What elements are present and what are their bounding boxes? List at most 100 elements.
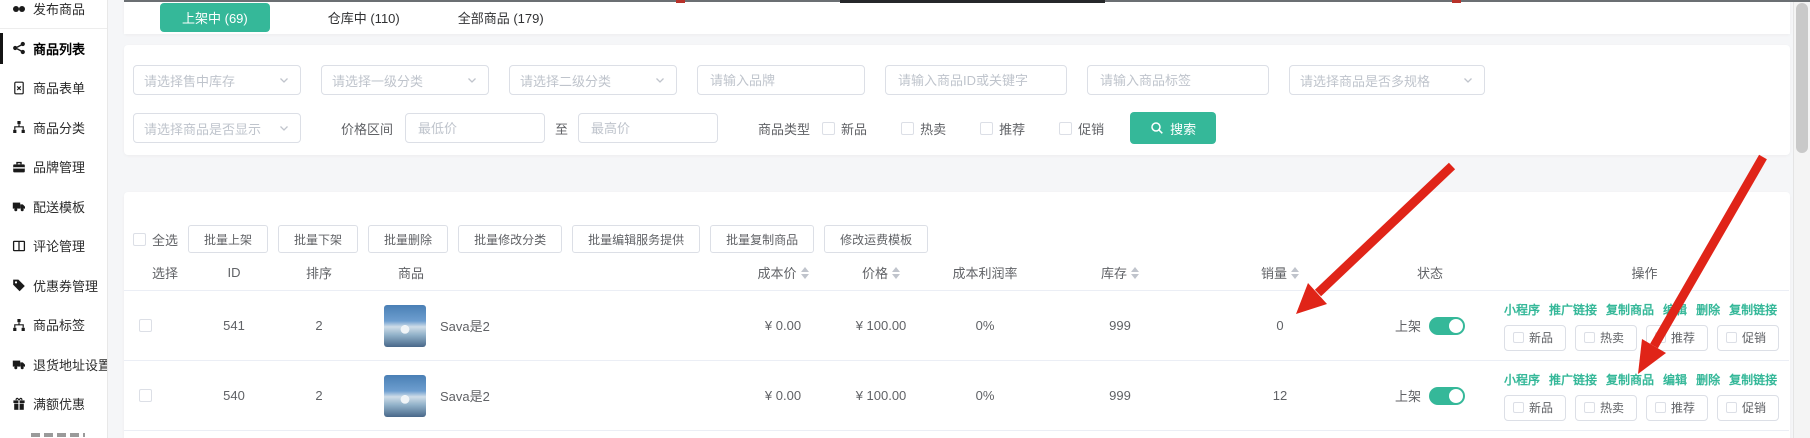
type-checkbox-recommend[interactable]: 推荐 xyxy=(980,119,1025,138)
product-tag-input[interactable] xyxy=(1098,72,1258,89)
tag-new-button[interactable]: 新品 xyxy=(1504,395,1566,421)
batch-copy-product-button[interactable]: 批量复制商品 xyxy=(710,225,814,253)
type-checkbox-new[interactable]: 新品 xyxy=(822,119,867,138)
checkbox[interactable] xyxy=(1584,332,1595,343)
sidebar-item-brand[interactable]: 品牌管理 xyxy=(0,147,107,187)
sort-caret[interactable] xyxy=(892,267,900,279)
col-status: 状态 xyxy=(1360,263,1500,282)
sidebar-item-label: 满额优惠 xyxy=(33,394,85,413)
tag-promo-button[interactable]: 促销 xyxy=(1717,395,1779,421)
scrollbar-thumb[interactable] xyxy=(1796,3,1808,153)
max-price-input[interactable] xyxy=(589,120,707,137)
sidebar-item-product-category[interactable]: 商品分类 xyxy=(0,108,107,148)
select-all-label: 全选 xyxy=(152,230,178,249)
checkbox[interactable] xyxy=(822,122,835,135)
checkbox[interactable] xyxy=(1513,332,1524,343)
type-checkbox-promo[interactable]: 促销 xyxy=(1059,119,1104,138)
sidebar-item-product-list[interactable]: 商品列表 xyxy=(0,29,107,69)
sidebar-item-publish[interactable]: 发布商品 xyxy=(0,0,107,29)
tab-warehouse[interactable]: 仓库中 (110) xyxy=(328,3,400,32)
edit-link[interactable]: 编辑 xyxy=(1663,301,1687,318)
batch-edit-category-button[interactable]: 批量修改分类 xyxy=(458,225,562,253)
checkbox[interactable] xyxy=(1059,122,1072,135)
batch-offshelf-button[interactable]: 批量下架 xyxy=(278,225,358,253)
min-price-input[interactable] xyxy=(416,120,534,137)
status-label: 上架 xyxy=(1395,386,1421,405)
brand-input[interactable] xyxy=(708,72,854,89)
sidebar-item-label: 发布商品 xyxy=(33,0,85,18)
col-cost: 成本价 xyxy=(734,263,832,282)
promotion-link[interactable]: 推广链接 xyxy=(1549,301,1597,318)
promotion-link[interactable]: 推广链接 xyxy=(1549,371,1597,388)
checkbox[interactable] xyxy=(901,122,914,135)
delete-link[interactable]: 删除 xyxy=(1696,371,1720,388)
col-stock: 库存 xyxy=(1040,263,1200,282)
batch-delete-button[interactable]: 批量删除 xyxy=(368,225,448,253)
copy-url-link[interactable]: 复制链接 xyxy=(1729,301,1777,318)
checkbox[interactable] xyxy=(1726,402,1737,413)
category-level2-select[interactable]: 请选择二级分类 xyxy=(509,65,677,95)
batch-onshelf-button[interactable]: 批量上架 xyxy=(188,225,268,253)
status-toggle[interactable] xyxy=(1429,317,1465,335)
row-checkbox[interactable] xyxy=(139,389,152,402)
edit-freight-template-button[interactable]: 修改运费模板 xyxy=(824,225,928,253)
checkbox[interactable] xyxy=(1584,402,1595,413)
checkbox-label: 促销 xyxy=(1078,119,1104,138)
sort-caret[interactable] xyxy=(1291,267,1299,279)
checkbox[interactable] xyxy=(1513,402,1524,413)
tag-recommend-button[interactable]: 推荐 xyxy=(1646,395,1708,421)
checkbox[interactable] xyxy=(1655,402,1666,413)
edit-link[interactable]: 编辑 xyxy=(1663,371,1687,388)
sidebar-item-return-address[interactable]: 退货地址设置 xyxy=(0,345,107,385)
top-edge-red-mark xyxy=(676,0,685,3)
checkbox[interactable] xyxy=(1655,332,1666,343)
miniprogram-link[interactable]: 小程序 xyxy=(1504,371,1540,388)
copy-url-link[interactable]: 复制链接 xyxy=(1729,371,1777,388)
multi-spec-select[interactable]: 请选择商品是否多规格 xyxy=(1289,65,1485,95)
tag-promo-button[interactable]: 促销 xyxy=(1717,325,1779,351)
keyword-input[interactable] xyxy=(896,72,1056,89)
sidebar-item-delivery-template[interactable]: 配送模板 xyxy=(0,187,107,227)
cell-sort: 2 xyxy=(274,388,364,403)
sidebar-item-product-form[interactable]: 商品表单 xyxy=(0,68,107,108)
delete-link[interactable]: 删除 xyxy=(1696,301,1720,318)
filter-row-2: 请选择商品是否显示 价格区间 至 商品类型 新品 热卖 推荐 xyxy=(133,112,1216,144)
tag-hot-button[interactable]: 热卖 xyxy=(1575,395,1637,421)
status-toggle[interactable] xyxy=(1429,387,1465,405)
select-all-checkbox[interactable]: 全选 xyxy=(133,230,178,249)
tag-hot-button[interactable]: 热卖 xyxy=(1575,325,1637,351)
checkbox[interactable] xyxy=(133,233,146,246)
copy-product-link[interactable]: 复制商品 xyxy=(1606,371,1654,388)
visible-select[interactable]: 请选择商品是否显示 xyxy=(133,113,301,143)
batch-edit-service-button[interactable]: 批量编辑服务提供 xyxy=(572,225,700,253)
checkbox[interactable] xyxy=(980,122,993,135)
sidebar-item-product-tags[interactable]: 商品标签 xyxy=(0,305,107,345)
tag-recommend-button[interactable]: 推荐 xyxy=(1646,325,1708,351)
cell-cost: ¥ 0.00 xyxy=(734,388,832,403)
type-checkbox-hot[interactable]: 热卖 xyxy=(901,119,946,138)
sort-caret[interactable] xyxy=(801,267,809,279)
vertical-scrollbar[interactable] xyxy=(1793,0,1810,438)
sidebar-item-label: 商品标签 xyxy=(33,315,85,334)
comment-icon xyxy=(12,239,26,253)
miniprogram-link[interactable]: 小程序 xyxy=(1504,301,1540,318)
tab-onsale[interactable]: 上架中 (69) xyxy=(160,3,270,32)
sidebar-item-full-discount[interactable]: 满额优惠 xyxy=(0,384,107,424)
chevron-down-icon xyxy=(278,74,290,86)
row-checkbox[interactable] xyxy=(139,319,152,332)
sidebar-item-coupons[interactable]: 优惠券管理 xyxy=(0,266,107,306)
tag-new-button[interactable]: 新品 xyxy=(1504,325,1566,351)
col-actions: 操作 xyxy=(1500,263,1789,282)
category-level1-select[interactable]: 请选择一级分类 xyxy=(321,65,489,95)
cell-sort: 2 xyxy=(274,318,364,333)
sort-caret[interactable] xyxy=(1131,267,1139,279)
product-list-icon xyxy=(12,41,26,55)
copy-product-link[interactable]: 复制商品 xyxy=(1606,301,1654,318)
stock-select[interactable]: 请选择售中库存 xyxy=(133,65,301,95)
sidebar-item-comments[interactable]: 评论管理 xyxy=(0,226,107,266)
search-button[interactable]: 搜索 xyxy=(1130,112,1216,144)
brand-input-wrap xyxy=(697,65,865,95)
checkbox[interactable] xyxy=(1726,332,1737,343)
product-type-label: 商品类型 xyxy=(758,119,810,138)
tab-all-products[interactable]: 全部商品 (179) xyxy=(458,3,544,32)
